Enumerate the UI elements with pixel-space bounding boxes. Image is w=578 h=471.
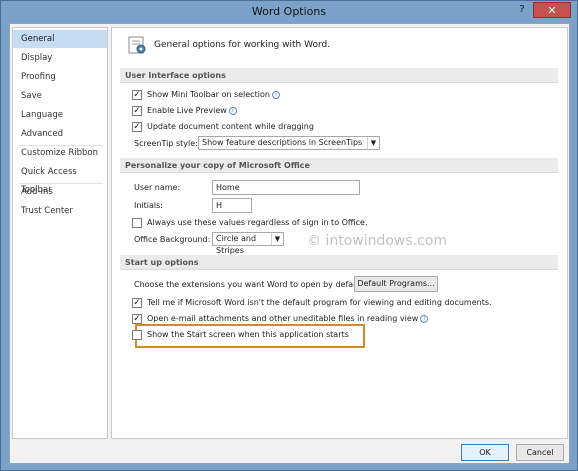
info-icon: i bbox=[271, 91, 280, 99]
nav-item-display[interactable]: Display bbox=[13, 49, 107, 67]
nav-item-customize-ribbon[interactable]: Customize Ribbon bbox=[13, 144, 107, 162]
nav-item-language[interactable]: Language bbox=[13, 106, 107, 124]
initials-label: Initials: bbox=[134, 201, 163, 210]
show-start-screen-checkbox[interactable] bbox=[132, 330, 142, 340]
tell-me-default-checkbox[interactable]: ✓ bbox=[132, 298, 142, 308]
ok-button[interactable]: OK bbox=[461, 444, 509, 461]
nav-item-save[interactable]: Save bbox=[13, 87, 107, 105]
live-preview-checkbox[interactable]: ✓ bbox=[132, 106, 142, 116]
chevron-down-icon: ▼ bbox=[367, 137, 379, 149]
help-button[interactable]: ? bbox=[513, 3, 531, 17]
always-use-values-checkbox[interactable] bbox=[132, 218, 142, 228]
initials-input[interactable]: H bbox=[212, 198, 252, 213]
show-start-screen-label: Show the Start screen when this applicat… bbox=[147, 330, 349, 339]
nav-item-general[interactable]: General bbox=[13, 30, 107, 48]
general-options-pane: General options for working with Word. U… bbox=[111, 27, 568, 439]
nav-item-add-ins[interactable]: Add-Ins bbox=[13, 183, 107, 201]
watermark: © intowindows.com bbox=[307, 233, 448, 249]
office-background-label: Office Background: bbox=[134, 235, 211, 244]
open-email-reading-view-checkbox[interactable]: ✓ bbox=[132, 314, 142, 324]
nav-item-quick-access-toolbar[interactable]: Quick Access Toolbar bbox=[13, 163, 107, 195]
always-use-values-label: Always use these values regardless of si… bbox=[147, 218, 368, 227]
info-icon: i bbox=[420, 315, 429, 323]
section-header-personalize: Personalize your copy of Microsoft Offic… bbox=[120, 158, 558, 173]
cancel-button[interactable]: Cancel bbox=[516, 444, 564, 461]
show-mini-toolbar-label: Show Mini Toolbar on selection i bbox=[147, 90, 280, 99]
section-header-ui-options: User Interface options bbox=[120, 68, 558, 83]
section-header-startup: Start up options bbox=[120, 255, 558, 270]
chevron-down-icon: ▼ bbox=[271, 233, 283, 245]
live-preview-label: Enable Live Preview i bbox=[147, 106, 237, 115]
update-dragging-label: Update document content while dragging bbox=[147, 122, 314, 131]
update-dragging-checkbox[interactable]: ✓ bbox=[132, 122, 142, 132]
window-title: Word Options bbox=[251, 5, 327, 18]
extensions-label: Choose the extensions you want Word to o… bbox=[134, 280, 367, 289]
nav-item-proofing[interactable]: Proofing bbox=[13, 68, 107, 86]
user-name-input[interactable]: Home bbox=[212, 180, 360, 195]
tell-me-default-label: Tell me if Microsoft Word isn't the defa… bbox=[147, 298, 492, 307]
options-nav: General Display Proofing Save Language A… bbox=[12, 27, 108, 439]
info-icon: i bbox=[228, 107, 237, 115]
screentip-style-select[interactable]: Show feature descriptions in ScreenTips … bbox=[198, 136, 380, 150]
show-mini-toolbar-checkbox[interactable]: ✓ bbox=[132, 90, 142, 100]
close-button[interactable]: ✕ bbox=[533, 2, 571, 18]
nav-item-trust-center[interactable]: Trust Center bbox=[13, 202, 107, 220]
dialog-client: General Display Proofing Save Language A… bbox=[9, 23, 570, 464]
page-title: General options for working with Word. bbox=[154, 40, 331, 50]
options-gear-icon bbox=[128, 36, 146, 54]
open-email-reading-view-label: Open e-mail attachments and other unedit… bbox=[147, 314, 429, 323]
title-bar: Word Options ? ✕ bbox=[1, 1, 577, 23]
word-options-window: Word Options ? ✕ General Display Proofin… bbox=[0, 0, 578, 471]
office-background-select[interactable]: Circle and Stripes ▼ bbox=[212, 232, 284, 255]
screentip-style-label: ScreenTip style: bbox=[134, 139, 198, 148]
user-name-label: User name: bbox=[134, 183, 181, 192]
nav-item-advanced[interactable]: Advanced bbox=[13, 125, 107, 143]
default-programs-button[interactable]: Default Programs... bbox=[354, 276, 438, 292]
